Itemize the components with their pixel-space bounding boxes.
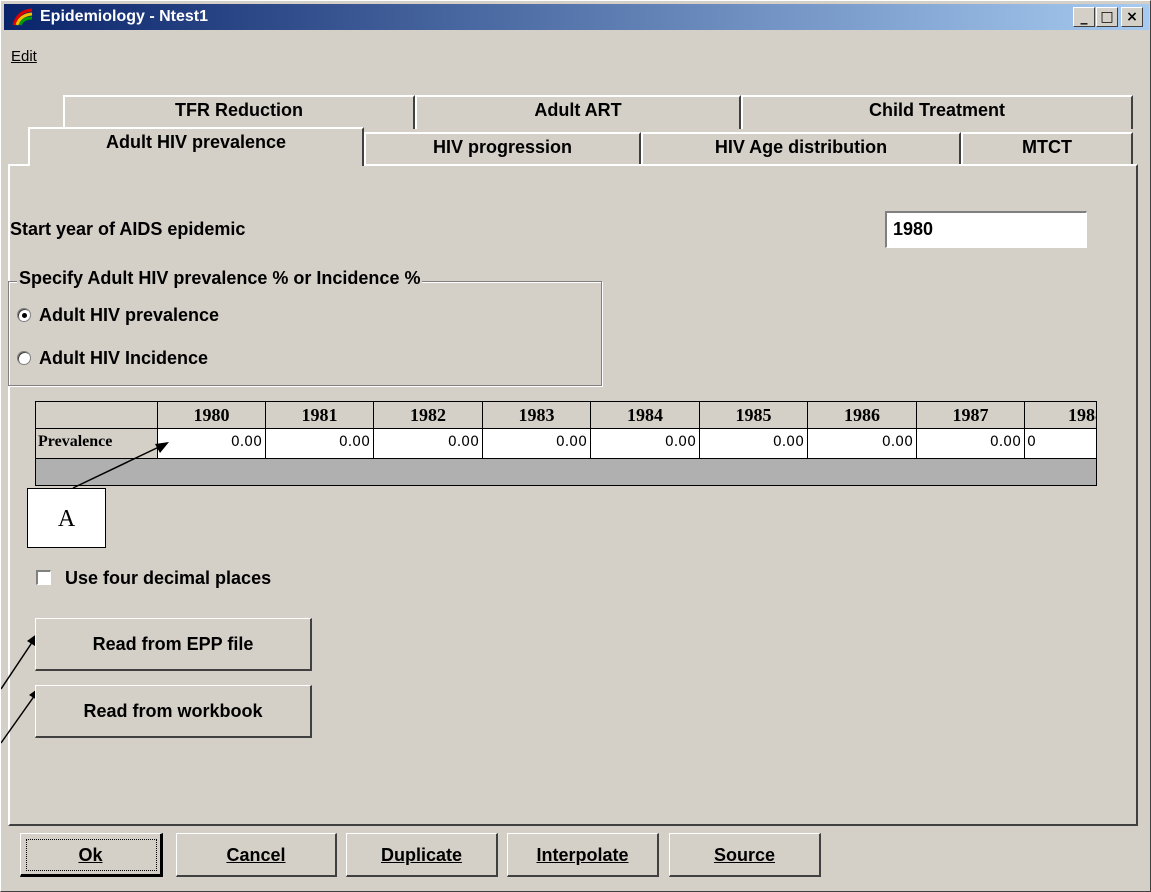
maximize-icon: □: [1100, 9, 1114, 25]
source-button[interactable]: Source: [669, 833, 821, 877]
tab-tfr-reduction-label: TFR Reduction: [175, 100, 303, 120]
close-button[interactable]: ×: [1121, 7, 1143, 27]
start-year-input[interactable]: 1980: [885, 211, 1087, 248]
grid-header-year: 1981: [266, 402, 374, 429]
window-title: Epidemiology - Ntest1: [40, 8, 209, 25]
read-workbook-label: Read from workbook: [83, 701, 263, 721]
epidemiology-window: Epidemiology - Ntest1 _ □ × Edit TFR Red…: [0, 0, 1151, 892]
four-decimals-label: Use four decimal places: [65, 568, 272, 588]
tab-child-treatment-label: Child Treatment: [868, 100, 1006, 120]
close-icon: ×: [1126, 9, 1138, 25]
radio-dot-icon: [22, 313, 27, 318]
prevalence-incidence-groupbox: [8, 281, 602, 386]
menu-edit-label: Edit: [11, 48, 37, 65]
grid-header-year: 1983: [483, 402, 591, 429]
grid-header-year: 1985: [700, 402, 808, 429]
radio-incidence-label: Adult HIV Incidence: [39, 348, 209, 368]
grid-header-year: 1988: [1025, 402, 1096, 429]
title-bar[interactable]: Epidemiology - Ntest1 _ □ ×: [4, 4, 1149, 30]
tab-hiv-progression-label: HIV progression: [432, 137, 573, 157]
start-year-label: Start year of AIDS epidemic: [10, 219, 246, 239]
read-epp-file-label: Read from EPP file: [92, 634, 254, 654]
tab-adult-hiv-prevalence[interactable]: Adult HIV prevalence: [28, 127, 364, 166]
grid-header-year: 1982: [374, 402, 483, 429]
radio-adult-hiv-prevalence[interactable]: Adult HIV prevalence: [17, 304, 317, 326]
duplicate-button-label: Duplicate: [380, 845, 463, 865]
duplicate-button[interactable]: Duplicate: [346, 833, 498, 877]
grid-header-year: 1984: [591, 402, 700, 429]
radio-prevalence-label: Adult HIV prevalence: [39, 305, 220, 325]
radio-button-checked-icon: [17, 308, 31, 322]
four-decimals-checkbox-row[interactable]: Use four decimal places: [36, 566, 356, 590]
four-decimals-checkbox[interactable]: [36, 570, 51, 585]
tab-mtct[interactable]: MTCT: [961, 132, 1133, 164]
tab-adult-hiv-prevalence-label: Adult HIV prevalence: [105, 132, 287, 152]
grid-value-cell[interactable]: 0.00: [374, 429, 483, 459]
ok-button[interactable]: Ok: [20, 833, 163, 877]
grid-header-year: 1987: [917, 402, 1025, 429]
grid-header-year: 1980: [158, 402, 266, 429]
read-workbook-button[interactable]: Read from workbook: [35, 685, 312, 738]
grid-corner-cell: [36, 402, 158, 429]
tab-hiv-age-distribution[interactable]: HIV Age distribution: [641, 132, 961, 164]
minimize-icon: _: [1080, 9, 1088, 25]
grid-value-cell[interactable]: 0: [1025, 429, 1096, 459]
grid-value-cell[interactable]: 0.00: [591, 429, 700, 459]
arrow-head-icon: [155, 442, 169, 453]
menu-edit[interactable]: Edit: [11, 48, 37, 66]
grid-value-cell[interactable]: 0.00: [483, 429, 591, 459]
cancel-button[interactable]: Cancel: [176, 833, 337, 877]
tab-mtct-label: MTCT: [1022, 137, 1072, 157]
tab-adult-art[interactable]: Adult ART: [415, 95, 741, 129]
cancel-button-label: Cancel: [226, 845, 286, 865]
radio-button-icon: [17, 351, 31, 365]
rainbow-app-icon: [12, 8, 33, 26]
groupbox-title: Specify Adult HIV prevalence % or Incide…: [17, 267, 423, 289]
tab-adult-art-label: Adult ART: [534, 100, 622, 120]
grid-value-cell[interactable]: 0.00: [917, 429, 1025, 459]
grid-value-cell[interactable]: 0.00: [266, 429, 374, 459]
grid-value-cell[interactable]: 0.00: [700, 429, 808, 459]
tab-hiv-age-distribution-label: HIV Age distribution: [714, 137, 888, 157]
source-button-label: Source: [713, 845, 776, 865]
minimize-button[interactable]: _: [1073, 7, 1095, 27]
tab-child-treatment[interactable]: Child Treatment: [741, 95, 1133, 129]
interpolate-button[interactable]: Interpolate: [507, 833, 659, 877]
grid-value-cell[interactable]: 0.00: [808, 429, 917, 459]
tab-tfr-reduction[interactable]: TFR Reduction: [63, 95, 415, 129]
maximize-button[interactable]: □: [1096, 7, 1118, 27]
read-epp-file-button[interactable]: Read from EPP file: [35, 618, 312, 671]
radio-adult-hiv-incidence[interactable]: Adult HIV Incidence: [17, 347, 317, 369]
interpolate-button-label: Interpolate: [536, 845, 629, 865]
ok-button-label: Ok: [78, 845, 103, 865]
tab-hiv-progression[interactable]: HIV progression: [364, 132, 641, 164]
grid-header-year: 1986: [808, 402, 917, 429]
